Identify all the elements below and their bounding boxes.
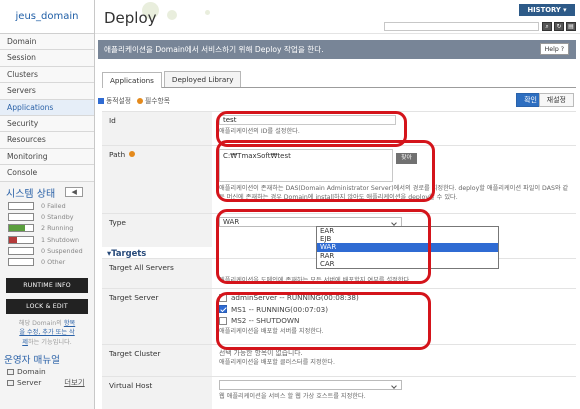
lock-edit-button[interactable]: LOCK & EDIT xyxy=(6,298,88,314)
cluster-empty-text: 선택 가능한 항목이 없습니다. xyxy=(219,349,303,357)
highlight-path xyxy=(216,140,435,202)
reset-button[interactable]: 재설정 xyxy=(538,93,574,107)
decor-circle xyxy=(167,10,177,20)
sidebar-item-security[interactable]: Security xyxy=(0,115,94,133)
target-cluster-hint: 애플리케이션을 배포할 클러스터를 지정한다. xyxy=(219,359,336,366)
page-title: Deploy xyxy=(104,9,157,27)
sidebar-item-monitoring[interactable]: Monitoring xyxy=(0,148,94,166)
virtual-host-select[interactable] xyxy=(219,380,402,390)
history-button[interactable]: HISTORY ▾ xyxy=(519,4,575,16)
target-cluster-label: Target Cluster xyxy=(102,345,212,376)
print-icon[interactable]: ▤ xyxy=(566,22,576,31)
type-label: Type xyxy=(102,214,212,247)
status-suspended: 0 Suspended xyxy=(0,245,94,256)
tab-bar: Applications Deployed Library xyxy=(102,71,576,88)
sidebar: jeus_domain Domain Session Clusters Serv… xyxy=(0,0,95,409)
dynamic-setting-icon xyxy=(98,98,104,104)
lock-edit-note: 해당 Domain의 항목 을 수정, 추가 또는 삭 제하는 기능입니다. xyxy=(18,319,76,346)
sidebar-item-console[interactable]: Console xyxy=(0,165,94,182)
system-status-title: 시스템 상태 xyxy=(6,188,56,200)
highlight-target-server xyxy=(216,292,431,350)
status-bar xyxy=(8,202,34,211)
legend-required: 필수항목 xyxy=(137,95,170,105)
status-other: 0 Other xyxy=(0,256,94,267)
virtual-host-hint: 웹 애플리케이션을 서비스 할 웹 가상 호스트를 지정한다. xyxy=(219,393,366,400)
page-banner: 애플리케이션을 Domain에서 서비스하기 위해 Deploy 작업을 한다.… xyxy=(98,40,576,59)
virtual-host-label: Virtual Host xyxy=(102,377,212,409)
form-row-virtual-host: Virtual Host 웹 애플리케이션을 서비스 할 웹 가상 호스트를 지… xyxy=(102,376,576,409)
main-content: Deploy HISTORY ▾ ⌕ ↻ ▤ 애플리케이션을 Domain에서 … xyxy=(95,0,580,409)
book-icon xyxy=(7,379,14,386)
sidebar-item-resources[interactable]: Resources xyxy=(0,132,94,149)
tab-applications[interactable]: Applications xyxy=(102,72,162,88)
sidebar-item-session[interactable]: Session xyxy=(0,50,94,67)
status-bar xyxy=(8,258,34,267)
refresh-icon[interactable]: ↻ xyxy=(554,22,564,31)
sidebar-item-domain[interactable]: Domain xyxy=(0,34,94,51)
book-icon xyxy=(7,368,14,375)
highlight-type xyxy=(216,209,431,284)
more-link[interactable]: 더보기 xyxy=(64,377,84,388)
operator-manual-title: 운영자 매뉴얼 xyxy=(4,355,61,367)
search-input[interactable] xyxy=(384,22,539,31)
help-button[interactable]: Help ? xyxy=(539,43,569,55)
sidebar-item-applications[interactable]: Applications xyxy=(0,99,94,116)
targets-heading: ▾Targets xyxy=(107,248,147,258)
manual-link-domain[interactable]: Domain xyxy=(0,366,94,377)
collapse-toggle-icon[interactable]: ◀ xyxy=(65,187,84,198)
runtime-info-button[interactable]: RUNTIME INFO xyxy=(6,277,88,293)
legend-dynamic: 동적설정 xyxy=(98,95,131,105)
note-link[interactable]: 항목 xyxy=(64,320,75,327)
legend: 동적설정 필수항목 xyxy=(98,95,170,105)
search-icon[interactable]: ⌕ xyxy=(542,22,552,31)
required-icon xyxy=(137,98,144,104)
tab-deployed-library[interactable]: Deployed Library xyxy=(163,71,242,87)
sidebar-item-servers[interactable]: Servers xyxy=(0,83,94,100)
target-all-label: Target All Servers xyxy=(102,259,212,288)
status-list: 0 Failed 0 Standby 2 Running 1 Shutdown … xyxy=(0,201,94,268)
status-running: 2 Running xyxy=(0,223,94,234)
sidebar-item-clusters[interactable]: Clusters xyxy=(0,66,94,84)
system-status-header: 시스템 상태 ◀ xyxy=(0,184,94,201)
status-shutdown: 1 Shutdown xyxy=(0,234,94,245)
note-link[interactable]: 을 수정, 추가 또는 삭 xyxy=(19,329,74,336)
target-server-label: Target Server xyxy=(102,289,212,344)
sidebar-menu: Domain Session Clusters Servers Applicat… xyxy=(0,34,94,182)
decor-circle xyxy=(205,10,210,15)
required-icon xyxy=(129,151,136,157)
id-label: Id xyxy=(102,112,212,145)
status-bar xyxy=(8,224,34,233)
status-failed: 0 Failed xyxy=(0,201,94,212)
manual-link-server[interactable]: Server 더보기 xyxy=(0,377,94,388)
status-bar xyxy=(8,213,34,222)
status-standby: 0 Standby xyxy=(0,212,94,223)
page-header: Deploy HISTORY ▾ ⌕ ↻ ▤ xyxy=(95,0,580,34)
path-label: Path xyxy=(102,146,212,213)
status-bar xyxy=(8,235,34,244)
status-bar xyxy=(8,246,34,255)
domain-name[interactable]: jeus_domain xyxy=(0,0,94,34)
